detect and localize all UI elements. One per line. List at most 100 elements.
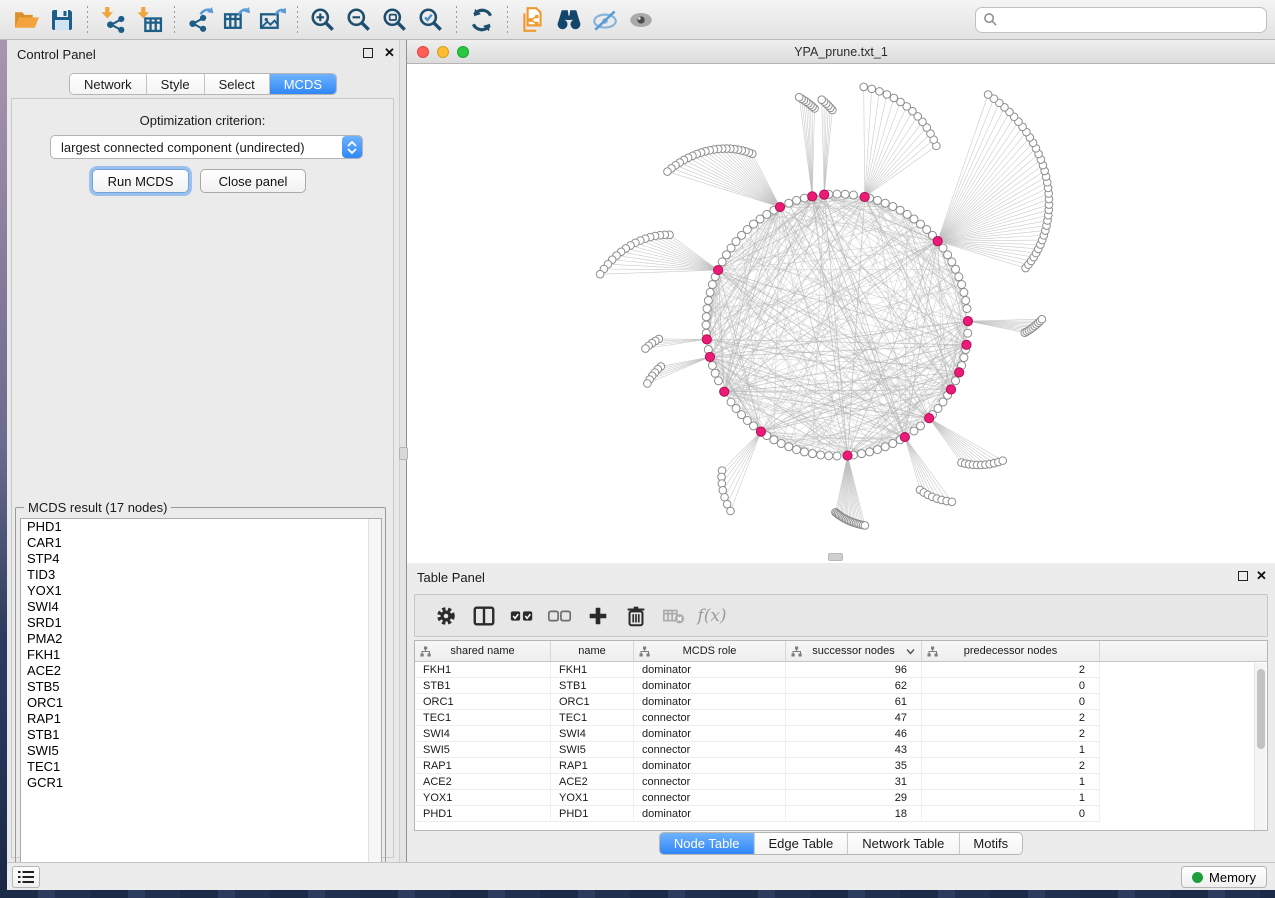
column-header-name[interactable]: name <box>551 641 634 661</box>
table-row[interactable]: SWI5SWI5connector431 <box>415 742 1267 758</box>
copy-network-icon[interactable] <box>515 3 551 37</box>
add-column-icon[interactable] <box>579 598 617 634</box>
cell-mcds-role: connector <box>634 710 786 726</box>
cell-shared-name: ACE2 <box>415 774 551 790</box>
control-panel: Control Panel ✕ NetworkStyleSelectMCDS O… <box>7 40 400 862</box>
tab-select[interactable]: Select <box>204 74 269 94</box>
cell-shared-name: FKH1 <box>415 662 551 678</box>
mcds-result-item[interactable]: ACE2 <box>21 663 381 679</box>
mcds-result-item[interactable]: SRD1 <box>21 615 381 631</box>
close-panel-icon[interactable]: ✕ <box>1256 568 1267 583</box>
cell-mcds-role: dominator <box>634 806 786 822</box>
tab-network[interactable]: Network <box>70 74 146 94</box>
memory-button[interactable]: Memory <box>1181 866 1267 888</box>
column-header-predecessor-nodes[interactable]: predecessor nodes <box>922 641 1100 661</box>
table-row[interactable]: RAP1RAP1dominator352 <box>415 758 1267 774</box>
mcds-result-item[interactable]: SWI4 <box>21 599 381 615</box>
horizontal-splitter-handle[interactable] <box>828 553 843 561</box>
zoom-selected-icon[interactable] <box>413 3 449 37</box>
mcds-result-item[interactable]: YOX1 <box>21 583 381 599</box>
table-row[interactable]: STB1STB1dominator620 <box>415 678 1267 694</box>
hide-selected-icon[interactable] <box>587 3 623 37</box>
mcds-result-item[interactable]: TEC1 <box>21 759 381 775</box>
table-row[interactable]: PHD1PHD1dominator180 <box>415 806 1267 822</box>
import-table-icon[interactable] <box>131 3 167 37</box>
cell-predecessor-nodes: 2 <box>922 758 1100 774</box>
hide-columns-icon[interactable] <box>541 598 579 634</box>
search-network-icon[interactable] <box>551 3 587 37</box>
float-panel-icon[interactable] <box>363 48 373 58</box>
zoom-out-icon[interactable] <box>341 3 377 37</box>
scrollbar-thumb[interactable] <box>1257 669 1265 749</box>
mcds-result-item[interactable]: PHD1 <box>21 519 381 535</box>
criterion-dropdown[interactable]: largest connected component (undirected) <box>50 135 363 159</box>
mcds-result-item[interactable]: STB1 <box>21 727 381 743</box>
export-image-icon[interactable] <box>254 3 290 37</box>
close-panel-icon[interactable]: ✕ <box>384 45 395 60</box>
column-header-mcds-role[interactable]: MCDS role <box>634 641 786 661</box>
mcds-result-item[interactable]: STB5 <box>21 679 381 695</box>
show-all-icon[interactable] <box>623 3 659 37</box>
cell-successor-nodes: 29 <box>786 790 922 806</box>
show-columns-icon[interactable] <box>503 598 541 634</box>
import-network-icon[interactable] <box>95 3 131 37</box>
refresh-icon[interactable] <box>464 3 500 37</box>
run-mcds-button[interactable]: Run MCDS <box>92 169 189 193</box>
cell-mcds-role: connector <box>634 774 786 790</box>
network-titlebar[interactable]: YPA_prune.txt_1 <box>407 40 1275 64</box>
mcds-result-item[interactable]: RAP1 <box>21 711 381 727</box>
table-row[interactable]: ACE2ACE2connector311 <box>415 774 1267 790</box>
mcds-result-item[interactable]: ORC1 <box>21 695 381 711</box>
mcds-result-item[interactable]: STP4 <box>21 551 381 567</box>
open-file-icon[interactable] <box>8 3 44 37</box>
memory-label: Memory <box>1209 870 1256 885</box>
table-body: FKH1FKH1dominator962STB1STB1dominator620… <box>415 662 1267 822</box>
table-row[interactable]: TEC1TEC1connector472 <box>415 710 1267 726</box>
tab-edge-table[interactable]: Edge Table <box>753 833 847 854</box>
mcds-result-item[interactable]: GCR1 <box>21 775 381 791</box>
column-header-successor-nodes[interactable]: successor nodes <box>786 641 922 661</box>
zoom-in-icon[interactable] <box>305 3 341 37</box>
cell-shared-name: SWI5 <box>415 742 551 758</box>
mcds-result-item[interactable]: SWI5 <box>21 743 381 759</box>
tab-network-table[interactable]: Network Table <box>847 833 958 854</box>
zoom-fit-icon[interactable] <box>377 3 413 37</box>
table-row[interactable]: SWI4SWI4dominator462 <box>415 726 1267 742</box>
float-panel-icon[interactable] <box>1238 571 1248 581</box>
column-panel-icon[interactable] <box>465 598 503 634</box>
task-list-icon[interactable] <box>12 866 40 888</box>
list-scrollbar[interactable] <box>368 519 381 874</box>
cell-name: ORC1 <box>551 694 634 710</box>
delete-column-icon[interactable] <box>617 598 655 634</box>
export-table-icon[interactable] <box>218 3 254 37</box>
search-box <box>975 7 1267 33</box>
save-icon[interactable] <box>44 3 80 37</box>
mcds-result-item[interactable]: CAR1 <box>21 535 381 551</box>
tab-motifs[interactable]: Motifs <box>958 833 1022 854</box>
mcds-result-list[interactable]: PHD1CAR1STP4TID3YOX1SWI4SRD1PMA2FKH1ACE2… <box>20 518 382 875</box>
network-title: YPA_prune.txt_1 <box>407 45 1275 59</box>
table-scrollbar[interactable] <box>1254 663 1266 831</box>
cell-predecessor-nodes: 1 <box>922 742 1100 758</box>
tab-style[interactable]: Style <box>146 74 204 94</box>
tab-node-table[interactable]: Node Table <box>660 833 754 854</box>
cell-successor-nodes: 46 <box>786 726 922 742</box>
cell-name: SWI5 <box>551 742 634 758</box>
search-input[interactable] <box>1003 12 1259 27</box>
mcds-result-item[interactable]: TID3 <box>21 567 381 583</box>
table-row[interactable]: ORC1ORC1dominator610 <box>415 694 1267 710</box>
column-header-shared-name[interactable]: shared name <box>415 641 551 661</box>
table-row[interactable]: FKH1FKH1dominator962 <box>415 662 1267 678</box>
mcds-panel: Optimization criterion: largest connecte… <box>11 98 394 858</box>
cell-predecessor-nodes: 2 <box>922 662 1100 678</box>
vertical-splitter-handle[interactable] <box>399 447 408 460</box>
mcds-result-item[interactable]: PMA2 <box>21 631 381 647</box>
mcds-result-item[interactable]: FKH1 <box>21 647 381 663</box>
table-row[interactable]: YOX1YOX1connector291 <box>415 790 1267 806</box>
table-settings-icon[interactable] <box>427 598 465 634</box>
tab-mcds[interactable]: MCDS <box>269 74 336 94</box>
close-panel-button[interactable]: Close panel <box>200 169 306 193</box>
network-canvas[interactable] <box>407 64 1275 563</box>
node-table: shared namenameMCDS rolesuccessor nodesp… <box>414 640 1268 831</box>
export-network-icon[interactable] <box>182 3 218 37</box>
